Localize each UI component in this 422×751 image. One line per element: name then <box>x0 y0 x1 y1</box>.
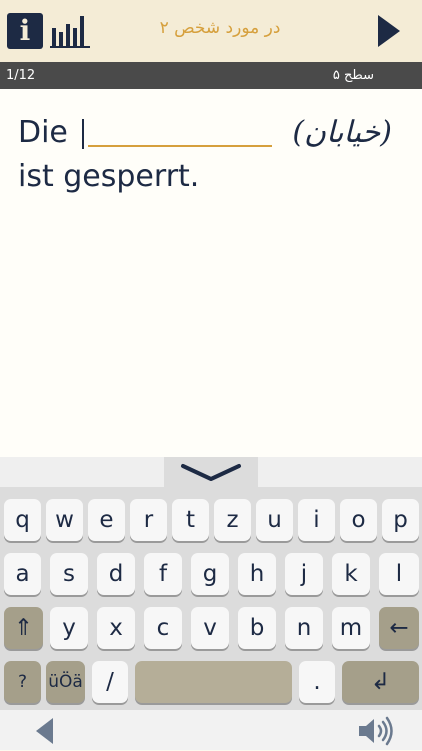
key-k[interactable]: k <box>332 553 370 595</box>
top-bar: i در مورد شخص ۲ <box>0 0 422 62</box>
backspace-key[interactable]: ← <box>379 607 419 649</box>
key-v[interactable]: v <box>191 607 229 649</box>
sentence-word: Die <box>18 115 68 150</box>
statistics-button[interactable] <box>50 13 92 49</box>
enter-key[interactable]: ↲ <box>342 661 419 703</box>
key-i[interactable]: i <box>298 499 335 541</box>
sentence-continuation: ist gesperrt. <box>18 159 200 194</box>
umlaut-key[interactable]: üÖä <box>46 661 85 703</box>
back-arrow-icon[interactable] <box>36 718 53 744</box>
keyboard-area: q w e r t z u i o p a s d f g h j k l ⇑ … <box>0 457 422 734</box>
key-j[interactable]: j <box>285 553 323 595</box>
key-p[interactable]: p <box>382 499 419 541</box>
key-r[interactable]: r <box>130 499 167 541</box>
chevron-down-icon <box>181 464 241 481</box>
key-w[interactable]: w <box>46 499 83 541</box>
key-m[interactable]: m <box>332 607 370 649</box>
key-y[interactable]: y <box>50 607 88 649</box>
slash-key[interactable]: / <box>92 661 128 703</box>
text-cursor <box>82 119 84 149</box>
key-q[interactable]: q <box>4 499 41 541</box>
key-c[interactable]: c <box>144 607 182 649</box>
speaker-button[interactable] <box>356 715 396 747</box>
key-h[interactable]: h <box>238 553 276 595</box>
key-l[interactable]: l <box>379 553 419 595</box>
bar-chart-icon <box>50 16 90 48</box>
key-z[interactable]: z <box>214 499 251 541</box>
onscreen-keyboard: q w e r t z u i o p a s d f g h j k l ⇑ … <box>0 487 422 734</box>
progress-counter: 1/12 <box>6 68 36 83</box>
key-t[interactable]: t <box>172 499 209 541</box>
lesson-title: در مورد شخص ۲ <box>159 18 281 38</box>
key-s[interactable]: s <box>50 553 88 595</box>
key-u[interactable]: u <box>256 499 293 541</box>
exercise-area: Die (خیابان) ist gesperrt. <box>0 89 422 457</box>
play-icon[interactable] <box>378 15 400 47</box>
key-b[interactable]: b <box>238 607 276 649</box>
translation-hint: (خیابان) <box>292 115 392 150</box>
key-n[interactable]: n <box>285 607 323 649</box>
info-button[interactable]: i <box>7 13 43 49</box>
key-o[interactable]: o <box>340 499 377 541</box>
key-g[interactable]: g <box>191 553 229 595</box>
shift-key[interactable]: ⇑ <box>4 607 43 649</box>
key-d[interactable]: d <box>97 553 135 595</box>
key-x[interactable]: x <box>97 607 135 649</box>
level-label: سطح ۵ <box>332 68 374 83</box>
key-e[interactable]: e <box>88 499 125 541</box>
status-bar: 1/12 سطح ۵ <box>0 62 422 89</box>
key-f[interactable]: f <box>144 553 182 595</box>
exercise-sentence: Die (خیابان) ist gesperrt. <box>18 111 408 199</box>
answer-blank[interactable] <box>88 145 272 147</box>
hide-keyboard-button[interactable] <box>164 457 258 487</box>
period-key[interactable]: . <box>299 661 335 703</box>
numbers-key[interactable]: ?123 <box>4 661 41 734</box>
key-a[interactable]: a <box>4 553 41 595</box>
speaker-icon <box>359 716 393 746</box>
bottom-bar <box>0 710 422 750</box>
info-icon: i <box>19 14 31 47</box>
space-key[interactable] <box>135 661 292 703</box>
